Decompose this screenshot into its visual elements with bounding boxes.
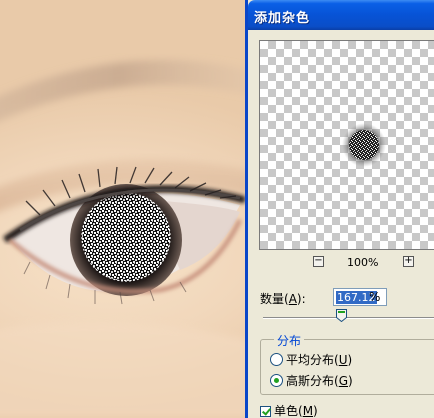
minus-icon: − [314,255,323,266]
amount-unit: % [369,290,381,304]
zoom-out-button[interactable]: − [313,256,324,267]
distribution-legend: 分布 [274,332,305,349]
add-noise-dialog: 添加杂色 − 100% + 数量(A): 167.12 % 分布 平均分布(U)… [245,0,434,418]
dialog-titlebar[interactable]: 添加杂色 [248,0,434,30]
radio-gaussian[interactable]: 高斯分布(G) [270,372,353,389]
monochromatic-checkbox[interactable] [260,406,271,417]
monochromatic-checkbox-row[interactable]: 单色(M) [260,402,318,418]
zoom-in-button[interactable]: + [403,256,414,267]
dialog-title: 添加杂色 [254,11,311,26]
plus-icon: + [404,255,413,266]
amount-label: 数量(A): [260,292,306,306]
radio-uniform[interactable]: 平均分布(U) [270,351,352,368]
radio-gaussian-indicator[interactable] [270,374,283,387]
zoom-level: 100% [347,256,379,269]
amount-slider-thumb[interactable] [336,309,347,322]
document-canvas[interactable] [0,0,246,418]
filter-preview[interactable] [259,40,434,250]
amount-slider-track[interactable] [263,317,434,319]
preview-noise-sample [342,123,386,167]
radio-uniform-indicator[interactable] [270,353,283,366]
eye-photo [0,60,246,418]
